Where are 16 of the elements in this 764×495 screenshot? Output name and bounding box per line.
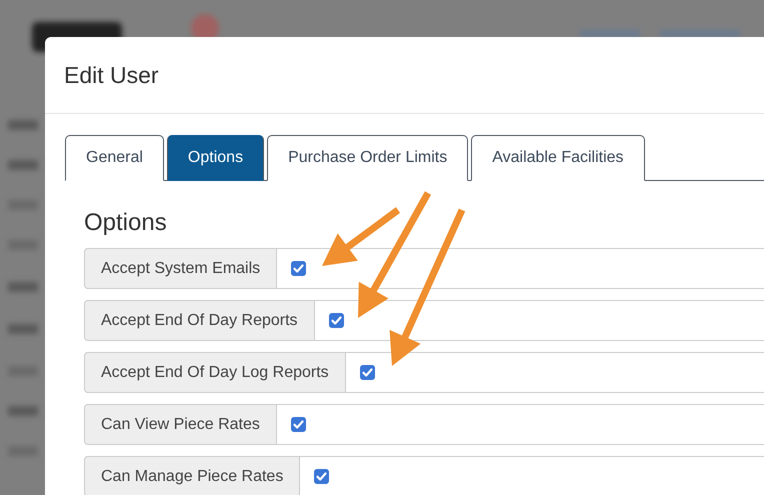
checkbox[interactable]	[328, 313, 344, 328]
checkbox[interactable]	[290, 417, 306, 432]
option-label: Accept System Emails	[84, 248, 278, 289]
tab[interactable]: Purchase Order Limits	[267, 135, 468, 181]
option-label: Accept End Of Day Reports	[84, 300, 315, 341]
tab[interactable]: General	[65, 135, 164, 181]
checkbox[interactable]	[360, 365, 375, 380]
checkbox[interactable]	[291, 261, 306, 276]
dialog-title: Edit User	[64, 62, 159, 88]
tab[interactable]: Options	[166, 135, 264, 181]
tab[interactable]: Available Facilities	[471, 135, 645, 181]
option-label: Can Manage Piece Rates	[84, 456, 300, 495]
option-label: Accept End Of Day Log Reports	[84, 352, 346, 393]
option-label: Can View Piece Rates	[84, 404, 277, 445]
section-heading: Options	[84, 209, 168, 237]
checkbox[interactable]	[314, 469, 330, 484]
